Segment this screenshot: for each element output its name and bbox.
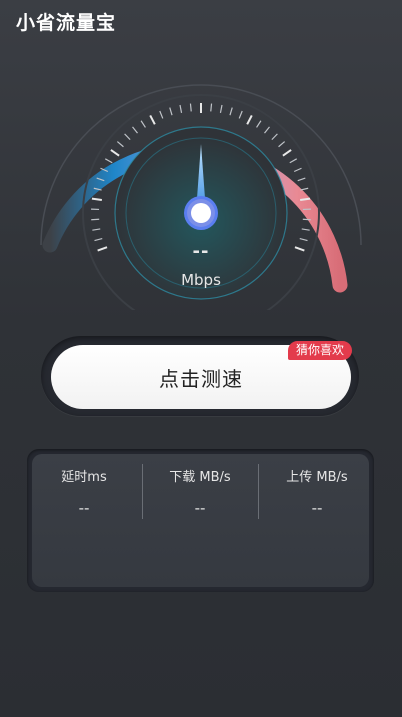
- gauge-tick: [132, 126, 138, 134]
- gauge-tick: [238, 110, 243, 119]
- gauge-tick: [256, 120, 262, 128]
- gauge-tick: [149, 114, 156, 125]
- gauge-tick: [189, 103, 192, 112]
- gauge-tick: [300, 187, 309, 191]
- stat-upload-label: 上传 MB/s: [286, 470, 348, 485]
- gauge-tick: [140, 120, 146, 128]
- gauge-tick: [124, 133, 131, 141]
- gauge-graphic: [40, 84, 362, 310]
- gauge-tick: [278, 141, 286, 148]
- stat-divider: [142, 464, 143, 519]
- gauge-tick: [246, 114, 253, 125]
- stat-download-label: 下载 MB/s: [169, 470, 231, 485]
- stat-download-value: --: [194, 499, 206, 517]
- gauge-tick: [210, 103, 213, 112]
- recommend-badge[interactable]: 猜你喜欢: [288, 341, 353, 360]
- gauge-tick: [301, 228, 310, 231]
- gauge-tick: [169, 107, 173, 116]
- gauge-tick: [92, 228, 101, 231]
- gauge-tick: [104, 158, 113, 164]
- gauge-tick: [91, 197, 102, 201]
- gauge-tick: [179, 104, 183, 113]
- stat-divider: [258, 464, 259, 519]
- speed-value: --: [192, 241, 210, 262]
- gauge-tick: [297, 177, 306, 182]
- speed-unit: Mbps: [181, 271, 221, 289]
- stat-latency-label: 延时ms: [61, 470, 107, 485]
- gauge-tick: [282, 149, 292, 157]
- gauge-tick: [219, 104, 223, 113]
- stat-download: 下载 MB/s --: [144, 466, 256, 517]
- gauge-tick: [271, 133, 278, 141]
- gauge-tick: [289, 158, 298, 164]
- stat-upload-value: --: [311, 499, 323, 517]
- speed-gauge: [0, 40, 402, 310]
- app-title: 小省流量宝: [16, 12, 117, 34]
- gauge-tick: [264, 126, 270, 134]
- gauge-tick: [300, 197, 311, 201]
- gauge-tick: [293, 167, 302, 173]
- gauge-tick: [229, 107, 233, 116]
- gauge-tick: [110, 149, 120, 157]
- gauge-tick: [116, 141, 124, 148]
- stat-latency: 延时ms --: [28, 466, 140, 517]
- stat-latency-value: --: [78, 499, 90, 517]
- stat-upload: 上传 MB/s --: [261, 466, 373, 517]
- gauge-tick: [159, 110, 164, 119]
